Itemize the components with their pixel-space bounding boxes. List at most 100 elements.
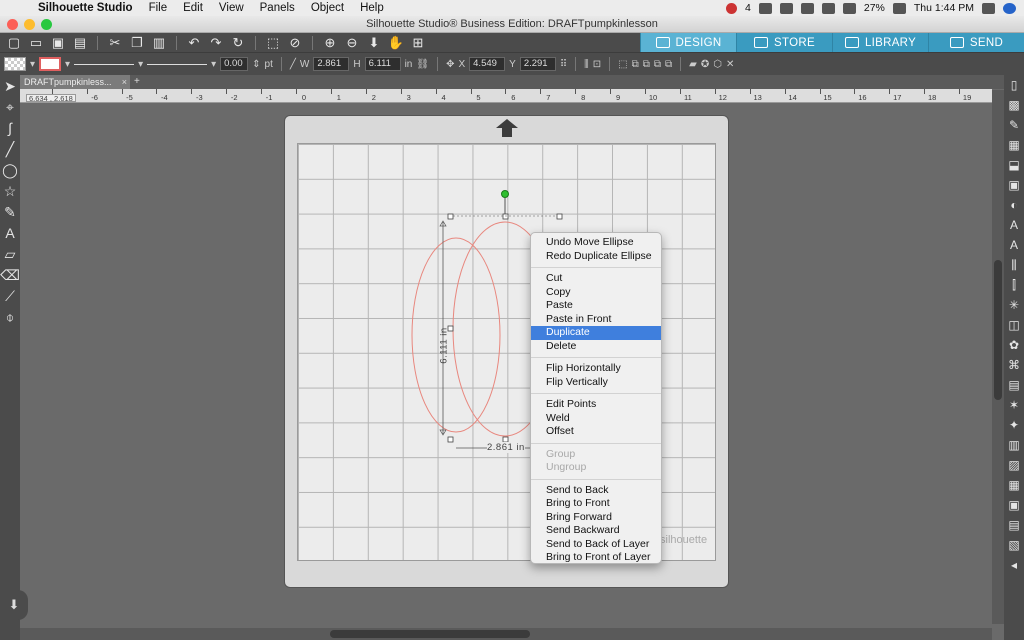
minimize-window-button[interactable] [24,19,35,30]
replicate-icon[interactable]: ⧉ [632,59,639,70]
zoom-out-icon[interactable]: ⊖ [343,35,361,51]
dropdown-arrow-icon[interactable]: ▾ [211,59,216,70]
context-menu-item[interactable]: Send to Back of Layer [531,538,661,552]
context-menu-item[interactable]: Weld [531,412,661,426]
position-grid-icon[interactable]: ⠿ [560,59,567,70]
line-color-icon[interactable]: ◐ [1006,197,1022,213]
context-menu-item[interactable]: Paste [531,299,661,313]
zoom-window-button[interactable] [41,19,52,30]
ellipse-tool-icon[interactable]: ◯ [1,161,19,179]
zoom-in-icon[interactable]: ⊕ [321,35,339,51]
context-menu-item[interactable]: Send Backward [531,524,661,538]
text-tool-icon[interactable]: A [1,224,19,242]
warp-icon[interactable]: ▤ [1006,517,1022,533]
redo-icon[interactable]: ↷ [207,35,225,51]
menu-panels[interactable]: Panels [252,2,303,14]
zoom-fit-icon[interactable]: ⬇ [365,35,383,51]
clock[interactable]: Thu 1:44 PM [914,2,974,14]
horizontal-scroll-thumb[interactable] [330,630,530,638]
dropdown-arrow-icon[interactable]: ▾ [65,59,70,70]
point-edit-icon[interactable]: ⌖ [1,98,19,116]
deselect-icon[interactable]: ⊘ [286,35,304,51]
sketch-icon[interactable]: ⌘ [1006,357,1022,373]
search-icon[interactable] [982,2,995,14]
pan-hand-icon[interactable]: ✋ [387,35,405,51]
line-tool-icon[interactable]: ╱ [1,140,19,158]
shapes-icon[interactable]: ▰ [689,59,697,70]
height-input[interactable]: 6.111 [364,57,401,71]
tab-library[interactable]: LIBRARY [832,33,928,52]
context-menu-item[interactable]: Undo Move Ellipse [531,236,661,250]
context-menu-item[interactable]: Cut [531,272,661,286]
volume-icon[interactable] [842,2,856,14]
fit-to-page-icon[interactable]: ⊞ [409,35,427,51]
context-menu-item[interactable]: Offset [531,425,661,439]
print-icon[interactable]: ▤ [71,35,89,51]
menu-object[interactable]: Object [303,2,352,14]
transform-icon[interactable]: ⬓ [1006,157,1022,173]
tab-store[interactable]: STORE [736,33,832,52]
save-icon[interactable]: ▣ [49,35,67,51]
context-menu-item[interactable]: Edit Points [531,398,661,412]
puzzle-icon[interactable]: ✦ [1006,417,1022,433]
trace-icon[interactable]: ✿ [1006,337,1022,353]
open-folder-icon[interactable]: ▭ [27,35,45,51]
dropdown-arrow-icon[interactable]: ▾ [30,59,35,70]
context-menu-item[interactable]: Bring to Front [531,497,661,511]
eyedropper-icon[interactable]: ⌽ [1,308,19,326]
texture-icon[interactable]: ▨ [1006,457,1022,473]
line-join-select[interactable] [147,63,208,65]
fill-tool-icon[interactable]: ▱ [1,245,19,263]
menu-edit[interactable]: Edit [175,2,211,14]
fill-color-icon[interactable]: ▣ [1006,177,1022,193]
vertical-scrollbar[interactable] [992,90,1004,624]
replicate-panel-icon[interactable]: ⫿ [1006,277,1022,293]
compound-icon[interactable]: ⧉ [643,59,650,70]
context-menu-item[interactable]: Send to Back [531,484,661,498]
3d-box-icon[interactable]: ⬡ [713,59,722,70]
pixscan-icon[interactable]: ▩ [1006,97,1022,113]
notification-icon[interactable] [726,2,738,14]
close-icon[interactable]: ✕ [726,59,734,70]
add-tab-icon[interactable]: + [134,75,140,89]
copy-icon[interactable]: ❐ [128,35,146,51]
menu-file[interactable]: File [141,2,176,14]
scale-icon[interactable]: ▦ [1006,477,1022,493]
tab-send[interactable]: SEND [928,33,1024,52]
context-menu-item[interactable]: Redo Duplicate Ellipse [531,250,661,264]
lock-aspect-icon[interactable]: ⛓ [416,59,429,70]
context-menu-item[interactable]: Copy [531,286,661,300]
page-setup-icon[interactable]: ▯ [1006,77,1022,93]
select-arrow-icon[interactable]: ➤ [1,77,19,95]
align-icon[interactable]: ⫼ [584,59,589,70]
grid-settings-icon[interactable]: ▦ [1006,137,1022,153]
tab-design[interactable]: DESIGN [640,33,736,52]
group-icon[interactable]: ⬚ [618,59,627,70]
context-menu-item[interactable]: Flip Horizontally [531,362,661,376]
line-style-select[interactable] [74,63,135,65]
align-panel-icon[interactable]: ⫼ [1006,257,1022,273]
context-menu-item[interactable]: Delete [531,340,661,354]
horizontal-scrollbar[interactable] [20,628,992,640]
library-panel-icon[interactable]: ▥ [1006,437,1022,453]
offset-icon[interactable]: ◫ [1006,317,1022,333]
dropdown-arrow-icon[interactable]: ▾ [138,59,143,70]
map-icon[interactable]: ▧ [1006,537,1022,553]
menu-view[interactable]: View [211,2,252,14]
wifi-icon[interactable] [821,2,835,14]
sync-icon[interactable] [800,2,814,14]
menu-help[interactable]: Help [352,2,392,14]
line-width-input[interactable]: 0.00 [220,57,249,71]
context-menu-item[interactable]: Bring to Front of Layer [531,551,661,565]
new-document-icon[interactable]: ▢ [5,35,23,51]
star-tool-icon[interactable]: ☆ [1,182,19,200]
paste-icon[interactable]: ▥ [150,35,168,51]
context-menu-item[interactable]: Bring Forward [531,511,661,525]
y-position-input[interactable]: 2.291 [519,57,556,71]
release-compound-icon[interactable]: ⧉ [654,59,661,70]
modify-icon[interactable]: ✳ [1006,297,1022,313]
collapse-panel-icon[interactable]: ◂ [1006,557,1022,573]
context-menu-item[interactable]: Paste in Front [531,313,661,327]
layers-icon[interactable]: ▤ [1006,377,1022,393]
line-color-swatch[interactable] [39,57,62,71]
